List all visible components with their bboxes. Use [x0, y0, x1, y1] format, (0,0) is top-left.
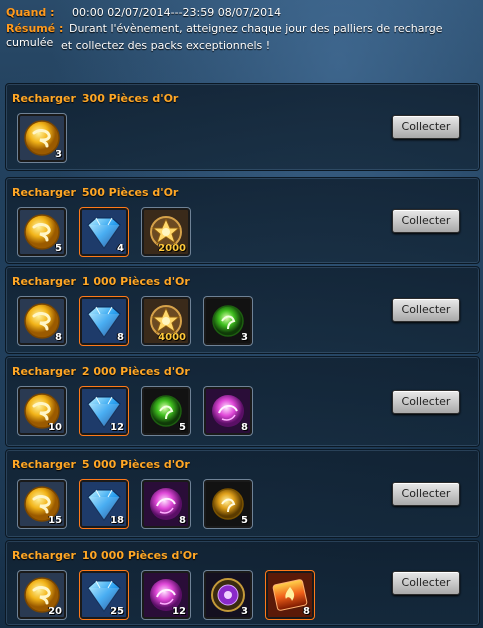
item-quantity: 20 [48, 606, 62, 617]
collect-button[interactable]: Collecter [392, 482, 460, 506]
reward-slot[interactable]: 10 [18, 387, 66, 435]
reward-slot[interactable]: 4000 [142, 297, 190, 345]
tier-title: Recharger 500 Pièces d'Or [12, 186, 178, 199]
item-quantity: 4 [117, 243, 124, 254]
tier-amount: 5 000 Pièces d'Or [81, 458, 190, 471]
reward-slot[interactable]: 8 [142, 480, 190, 528]
item-quantity: 4000 [158, 332, 186, 343]
tier-title-label: Recharger [12, 458, 76, 471]
item-quantity: 8 [117, 332, 124, 343]
when-label: Quand : [6, 6, 55, 19]
item-quantity: 8 [179, 515, 186, 526]
tier-amount: 10 000 Pièces d'Or [81, 549, 198, 562]
when-value: 00:00 02/07/2014---23:59 08/07/2014 [72, 6, 282, 19]
reward-slot[interactable]: 8 [204, 387, 252, 435]
tier-title: Recharger 5 000 Pièces d'Or [12, 458, 190, 471]
reward-slot[interactable]: 20 [18, 571, 66, 619]
item-quantity: 3 [55, 149, 62, 160]
tier-title: Recharger 2 000 Pièces d'Or [12, 365, 190, 378]
reward-tier-panel: Recharger 5 000 Pièces d'Or 15 18 8 5 Collecte… [5, 449, 480, 538]
item-quantity: 8 [55, 332, 62, 343]
item-quantity: 12 [110, 422, 124, 433]
reward-tier-panel: Recharger 300 Pièces d'Or 3 Collecter [5, 83, 480, 171]
reward-tier-panel: Recharger 500 Pièces d'Or 5 4 2000 Collecter [5, 177, 480, 264]
collect-button[interactable]: Collecter [392, 115, 460, 139]
item-quantity: 5 [55, 243, 62, 254]
reward-slot[interactable]: 3 [204, 297, 252, 345]
reward-tier-panel: Recharger 2 000 Pièces d'Or 10 12 5 8 Collecte… [5, 356, 480, 447]
collect-button[interactable]: Collecter [392, 209, 460, 233]
tier-amount: 1 000 Pièces d'Or [81, 275, 190, 288]
reward-slot[interactable]: 15 [18, 480, 66, 528]
item-quantity: 2000 [158, 243, 186, 254]
reward-slot[interactable]: 25 [80, 571, 128, 619]
event-header: Quand : 00:00 02/07/2014---23:59 08/07/2… [0, 0, 483, 72]
item-quantity: 12 [172, 606, 186, 617]
item-quantity: 18 [110, 515, 124, 526]
item-quantity: 5 [241, 515, 248, 526]
item-quantity: 5 [179, 422, 186, 433]
reward-slot[interactable]: 3 [204, 571, 252, 619]
reward-slot[interactable]: 12 [80, 387, 128, 435]
collect-button[interactable]: Collecter [392, 390, 460, 414]
item-quantity: 25 [110, 606, 124, 617]
reward-slot[interactable]: 8 [266, 571, 314, 619]
item-quantity: 3 [241, 606, 248, 617]
tier-title-label: Recharger [12, 275, 76, 288]
item-quantity: 8 [303, 606, 310, 617]
item-quantity: 3 [241, 332, 248, 343]
tier-title-label: Recharger [12, 186, 76, 199]
summary-label: Résumé : [6, 22, 64, 35]
item-quantity: 8 [241, 422, 248, 433]
reward-slot[interactable]: 5 [204, 480, 252, 528]
tier-title-label: Recharger [12, 365, 76, 378]
reward-slot[interactable]: 4 [80, 208, 128, 256]
reward-slot[interactable]: 5 [18, 208, 66, 256]
reward-tier-panel: Recharger 10 000 Pièces d'Or 20 25 12 3 8 Colle… [5, 540, 480, 626]
tier-amount: 300 Pièces d'Or [81, 92, 179, 105]
item-quantity: 10 [48, 422, 62, 433]
tier-amount: 500 Pièces d'Or [81, 186, 179, 199]
tier-title-label: Recharger [12, 92, 76, 105]
tier-amount: 2 000 Pièces d'Or [81, 365, 190, 378]
tier-title: Recharger 10 000 Pièces d'Or [12, 549, 198, 562]
reward-tier-panel: Recharger 1 000 Pièces d'Or 8 8 4000 3 Collect… [5, 266, 480, 354]
tier-title: Recharger 1 000 Pièces d'Or [12, 275, 190, 288]
collect-button[interactable]: Collecter [392, 571, 460, 595]
reward-slot[interactable]: 8 [80, 297, 128, 345]
reward-slot[interactable]: 12 [142, 571, 190, 619]
reward-slot[interactable]: 2000 [142, 208, 190, 256]
item-quantity: 15 [48, 515, 62, 526]
reward-slot[interactable]: 8 [18, 297, 66, 345]
reward-slot[interactable]: 5 [142, 387, 190, 435]
reward-slot[interactable]: 3 [18, 114, 66, 162]
reward-slot[interactable]: 18 [80, 480, 128, 528]
summary-row-2: et collectez des packs exceptionnels ! [61, 39, 270, 53]
tier-title-label: Recharger [12, 549, 76, 562]
summary-line-2: et collectez des packs exceptionnels ! [61, 39, 271, 52]
tier-title: Recharger 300 Pièces d'Or [12, 92, 178, 105]
when-row: Quand : 00:00 02/07/2014---23:59 08/07/2… [6, 6, 281, 20]
collect-button[interactable]: Collecter [392, 298, 460, 322]
